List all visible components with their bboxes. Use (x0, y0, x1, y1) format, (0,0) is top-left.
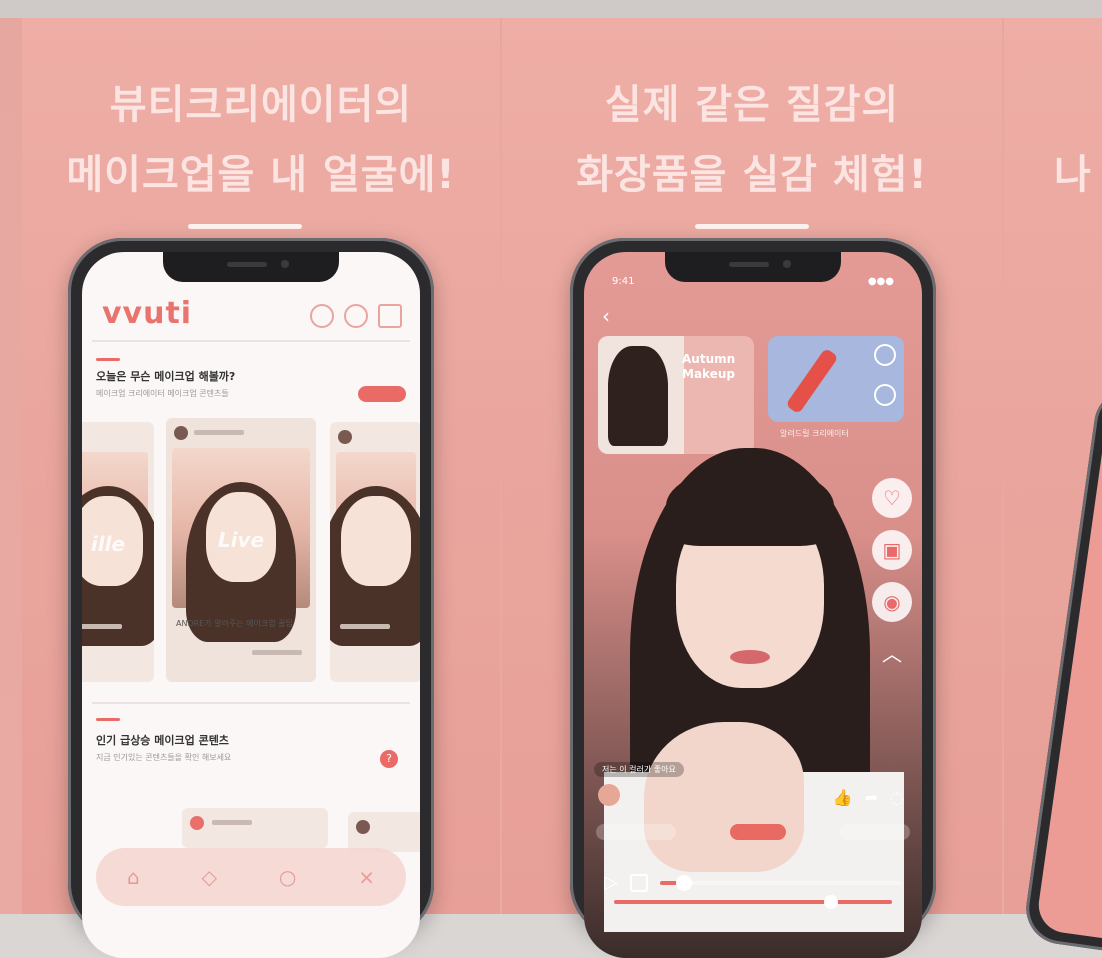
panel-1-headline-line2: 메이크업을 내 얼굴에! (66, 152, 456, 198)
home-icon[interactable]: ⌂ (127, 865, 140, 889)
section-marker (96, 358, 120, 361)
chip[interactable] (596, 824, 676, 840)
section-title: 인기 급상승 메이크업 콘텐츠 (96, 734, 229, 747)
palette-icon[interactable]: ▣ (872, 530, 912, 570)
more-icon[interactable]: ◌ (890, 788, 904, 807)
home-screen: vvuti 오늘은 무슨 메이크업 해볼까? 메이크업 크리에이터 메이크업 콘… (82, 252, 420, 958)
creator-lips (730, 650, 770, 664)
panel-2-headline: 실제 같은 질감의 화장품을 실감 체험! (502, 70, 1002, 210)
creator-bangs (666, 466, 834, 546)
section-subtitle: 지금 인기있는 콘텐츠들을 확인 해보세요 (96, 753, 232, 762)
creator-avatar (174, 426, 188, 440)
creator-hand (644, 722, 804, 872)
side-actions: ♡ ▣ ◉ ︿ (872, 478, 912, 674)
back-arrow-icon[interactable]: ‹ (602, 304, 610, 328)
thumbnail-title: Autumn Makeup (682, 352, 736, 381)
heart-icon[interactable]: ♡ (872, 478, 912, 518)
status-indicators: ●●● (867, 276, 894, 287)
creator-avatar (190, 816, 204, 830)
player-controls: ▷ (604, 872, 902, 893)
phone-mockup-live: 9:41 ●●● ‹ Autumn Makeup 알려드릴 크리에이터 ♡ ▣ … (570, 238, 936, 958)
shop-icon[interactable]: ◇ (202, 865, 217, 889)
panel-1-headline-line1: 뷰티크리에이터의 (109, 82, 413, 128)
content-card[interactable] (330, 422, 420, 682)
card-caption: ANDRE가 알려주는 메이크업 꿀팁 (176, 619, 293, 628)
headline-underline (188, 224, 302, 229)
panel-3-headline: 나 (1054, 152, 1092, 198)
divider (92, 702, 410, 704)
product-icon[interactable]: ◉ (872, 582, 912, 622)
phone-notch (665, 252, 841, 282)
bottom-tab-bar: ⌂ ◇ ○ ⨯ (96, 848, 406, 906)
bag-icon[interactable] (378, 304, 402, 328)
section-marker (96, 718, 120, 721)
header-actions (310, 304, 402, 328)
like-icon[interactable]: 👍 (833, 788, 853, 807)
expand-icon[interactable] (874, 344, 896, 366)
live-video-screen: 9:41 ●●● ‹ Autumn Makeup 알려드릴 크리에이터 ♡ ▣ … (584, 252, 922, 958)
phone-mockup-home: vvuti 오늘은 무슨 메이크업 해볼까? 메이크업 크리에이터 메이크업 콘… (68, 238, 434, 958)
chip[interactable] (840, 824, 910, 840)
profile-icon[interactable]: ⨯ (358, 865, 375, 889)
creator-avatar (356, 820, 370, 834)
chat-comment: 저는 이 컬러가 좋아요 (594, 762, 684, 777)
help-icon[interactable]: ? (380, 750, 398, 768)
section-title: 오늘은 무슨 메이크업 해볼까? (96, 370, 236, 383)
lipstick-image (785, 347, 839, 415)
play-icon[interactable]: ▷ (604, 872, 618, 893)
stop-icon[interactable] (629, 873, 648, 892)
app-logo[interactable]: vvuti (102, 296, 192, 331)
more-button[interactable] (358, 386, 406, 402)
divider (92, 340, 410, 342)
product-chips (596, 824, 910, 840)
share-icon[interactable]: ➦ (865, 788, 878, 807)
card-overlay-text: Live (217, 528, 265, 552)
timeline-bar[interactable] (614, 895, 892, 909)
phone-notch (163, 252, 339, 282)
content-card[interactable] (348, 812, 420, 852)
progress-knob[interactable] (676, 874, 693, 891)
card-overlay-text: ille (90, 532, 126, 556)
app-store-screenshots: 뷰티크리에이터의 메이크업을 내 얼굴에! 실제 같은 질감의 화장품을 실감 … (0, 0, 1102, 958)
chevron-up-icon[interactable]: ︿ (872, 634, 912, 674)
panel-2-headline-line1: 실제 같은 질감의 (604, 82, 900, 128)
content-card-featured[interactable]: Live ANDRE가 알려주는 메이크업 꿀팁 (166, 418, 316, 682)
video-actions: 👍 ➦ ◌ (833, 788, 904, 807)
panel-1-headline: 뷰티크리에이터의 메이크업을 내 얼굴에! (22, 70, 500, 210)
headline-underline (695, 224, 809, 229)
content-card[interactable] (182, 808, 328, 848)
makeup-thumbnail[interactable]: Autumn Makeup (598, 336, 754, 454)
creator-avatar (338, 430, 352, 444)
product-thumbnail[interactable] (768, 336, 904, 422)
section-subtitle: 메이크업 크리에이터 메이크업 콘텐츠들 (96, 389, 229, 398)
commenter-avatar (598, 784, 620, 806)
status-time: 9:41 (612, 276, 635, 287)
progress-slider[interactable] (659, 874, 902, 891)
search-icon[interactable] (344, 304, 368, 328)
chip-active[interactable] (730, 824, 786, 840)
content-card[interactable]: ille (82, 422, 154, 682)
settings-icon[interactable] (874, 384, 896, 406)
chat-icon[interactable]: ○ (279, 865, 296, 889)
product-caption: 알려드릴 크리에이터 (780, 429, 849, 438)
timeline-knob[interactable] (823, 895, 838, 909)
panel-2-headline-line2: 화장품을 실감 체험! (576, 152, 928, 198)
notification-icon[interactable] (310, 304, 334, 328)
